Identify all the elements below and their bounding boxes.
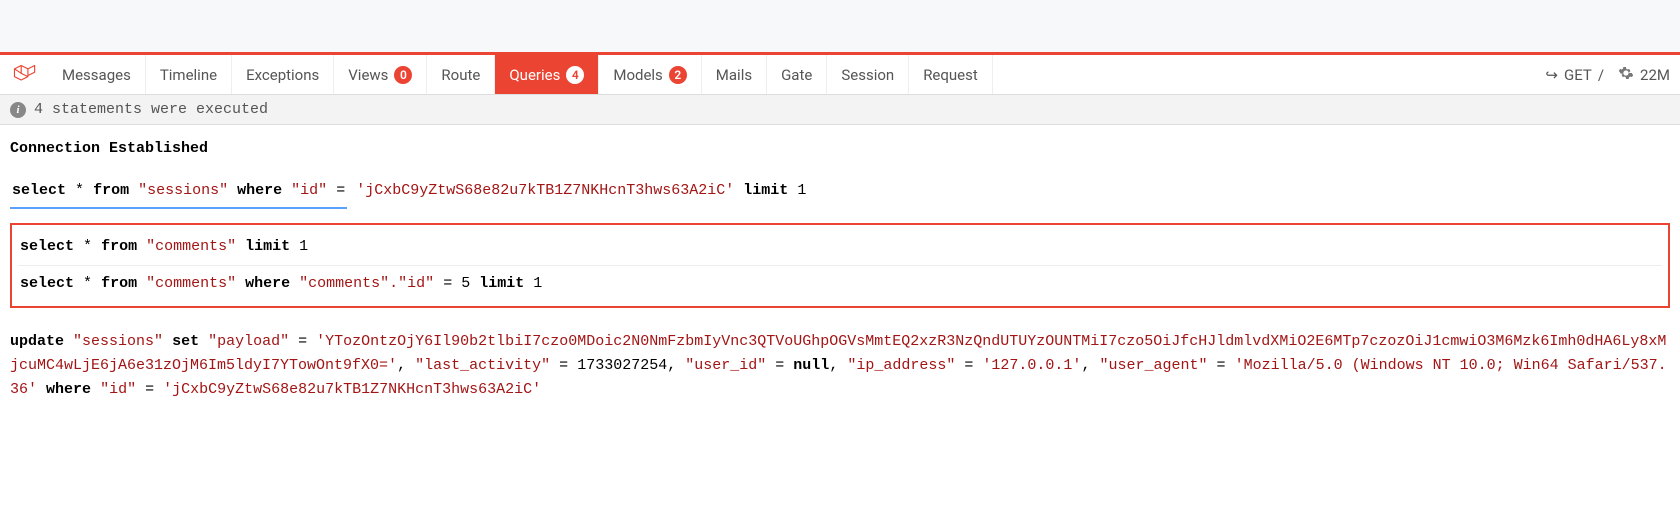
tab-label: Models bbox=[613, 66, 662, 84]
tab-views[interactable]: Views 0 bbox=[334, 55, 427, 94]
status-bar: i 4 statements were executed bbox=[0, 95, 1680, 125]
http-path: / bbox=[1598, 66, 1604, 84]
tab-messages[interactable]: Messages bbox=[48, 55, 146, 94]
models-count-badge: 2 bbox=[669, 66, 687, 84]
tab-label: Queries bbox=[509, 66, 560, 84]
tab-label: Exceptions bbox=[246, 66, 319, 84]
debugbar-toolbar: Messages Timeline Exceptions Views 0 Rou… bbox=[0, 55, 1680, 95]
tab-request[interactable]: Request bbox=[909, 55, 993, 94]
tab-label: Gate bbox=[781, 66, 812, 84]
queries-panel: Connection Established select * from "se… bbox=[0, 125, 1680, 414]
query-row-1[interactable]: select * from "sessions" where "id" = 'j… bbox=[10, 173, 1670, 215]
share-icon: ↪ bbox=[1545, 66, 1558, 84]
highlighted-queries-box: select * from "comments" limit 1 select … bbox=[10, 223, 1670, 308]
status-text: 4 statements were executed bbox=[34, 101, 268, 118]
page-top-space bbox=[0, 0, 1680, 52]
gear-icon bbox=[1618, 65, 1634, 85]
tab-label: Timeline bbox=[160, 66, 217, 84]
toolbar-right: ↪ GET / 22M bbox=[1535, 65, 1680, 85]
info-icon: i bbox=[10, 102, 26, 118]
memory-usage[interactable]: 22M bbox=[1618, 65, 1670, 85]
tab-label: Request bbox=[923, 66, 978, 84]
tab-models[interactable]: Models 2 bbox=[599, 55, 701, 94]
laravel-icon bbox=[10, 61, 38, 89]
queries-count-badge: 4 bbox=[566, 66, 584, 84]
tab-mails[interactable]: Mails bbox=[702, 55, 767, 94]
laravel-logo bbox=[0, 55, 48, 95]
tab-label: Views bbox=[348, 66, 388, 84]
query-row-2[interactable]: select * from "comments" limit 1 bbox=[18, 229, 1662, 266]
tab-gate[interactable]: Gate bbox=[767, 55, 827, 94]
tab-exceptions[interactable]: Exceptions bbox=[232, 55, 334, 94]
tab-bar: Messages Timeline Exceptions Views 0 Rou… bbox=[48, 55, 993, 94]
tab-route[interactable]: Route bbox=[427, 55, 495, 94]
views-count-badge: 0 bbox=[394, 66, 412, 84]
connection-heading: Connection Established bbox=[10, 137, 1670, 161]
tab-label: Route bbox=[441, 66, 480, 84]
query-row-4[interactable]: update "sessions" set "payload" = 'YTozO… bbox=[10, 322, 1670, 402]
request-method-path[interactable]: ↪ GET / bbox=[1545, 66, 1604, 84]
tab-label: Messages bbox=[62, 66, 131, 84]
memory-value: 22M bbox=[1640, 66, 1670, 84]
tab-label: Session bbox=[841, 66, 894, 84]
http-method: GET bbox=[1564, 66, 1592, 84]
tab-session[interactable]: Session bbox=[827, 55, 909, 94]
query-row-3[interactable]: select * from "comments" where "comments… bbox=[18, 266, 1662, 302]
tab-timeline[interactable]: Timeline bbox=[146, 55, 232, 94]
tab-queries[interactable]: Queries 4 bbox=[495, 55, 599, 94]
tab-label: Mails bbox=[716, 66, 752, 84]
